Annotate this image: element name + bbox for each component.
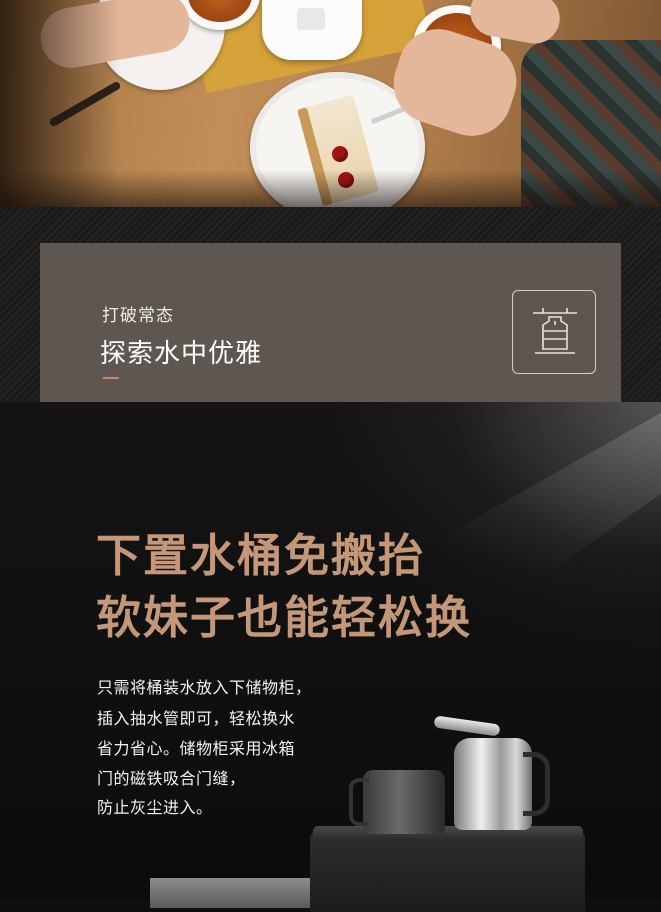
accent-dash: [103, 377, 119, 379]
card-title: 探索水中优雅: [100, 339, 263, 369]
dark-kettle: [349, 770, 445, 834]
description-line: 防止灰尘进入。: [97, 798, 213, 817]
cabinet-top: [313, 826, 583, 840]
cabinet-door: [150, 878, 320, 908]
tea-table-photo: [0, 0, 661, 207]
description-line: 门的磁铁吸合门缝，: [97, 769, 246, 788]
description-line: 只需将桶装水放入下储物柜，: [97, 678, 312, 697]
headline-line-1: 下置水桶免搬抬: [96, 529, 426, 582]
tea-bar-cabinet: [310, 832, 585, 912]
steel-kettle: [454, 738, 550, 830]
description-line: 插入抽水管即可，轻松换水: [97, 709, 296, 728]
cherry: [332, 146, 348, 162]
headline-line-2: 软妹子也能轻松换: [96, 591, 473, 644]
teapot: [262, 0, 362, 60]
description-line: 省力省心。储物柜采用冰箱: [97, 739, 296, 758]
water-dispenser-icon: [512, 290, 596, 374]
card-subtitle: 打破常态: [102, 306, 174, 326]
